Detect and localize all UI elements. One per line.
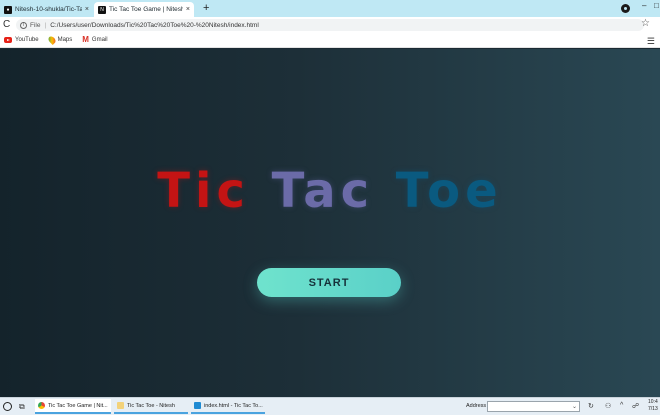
clock-date: 7/13 xyxy=(648,406,658,412)
tab-github[interactable]: ● Nitesh-10-shukla/Tic-Ta × xyxy=(0,2,93,17)
taskbar-item-vscode[interactable]: index.html - Tic Tac To... xyxy=(191,399,265,414)
address-toolbar-label: Address xyxy=(466,403,487,409)
clock-time: 10:4 xyxy=(648,399,658,405)
chevron-up-icon[interactable]: ^ xyxy=(620,402,623,409)
notepad-icon xyxy=(117,402,124,409)
bookmarks-bar: YouTube Maps M Gmail ☰ xyxy=(0,33,660,48)
system-clock[interactable]: 10:4 7/13 xyxy=(648,399,658,413)
divider: | xyxy=(44,21,47,29)
address-bar: C i File | C:/Users/user/Downloads/Tic%2… xyxy=(0,17,660,33)
game-page: Tic Tac Toe START xyxy=(0,49,660,397)
task-view-icon[interactable]: ⧉ xyxy=(19,402,25,412)
windows-start-icon[interactable] xyxy=(3,402,12,411)
profile-icon[interactable] xyxy=(621,4,630,13)
github-icon: ● xyxy=(4,5,12,14)
taskbar: ⧉ Tic Tac Toe Game | Nit... Tic Tac Toe … xyxy=(0,397,660,415)
refresh-icon[interactable]: ↻ xyxy=(588,402,594,410)
tab-label: Nitesh-10-shukla/Tic-Ta xyxy=(15,6,82,13)
address-toolbar-input[interactable]: ⌄ xyxy=(487,401,580,412)
reading-list-icon[interactable]: ☰ xyxy=(647,36,655,47)
people-icon[interactable]: ⚇ xyxy=(605,402,611,410)
reload-button[interactable]: C xyxy=(3,19,10,30)
omnibox[interactable]: i File | C:/Users/user/Downloads/Tic%20T… xyxy=(16,19,644,31)
taskbar-item-chrome[interactable]: Tic Tac Toe Game | Nit... xyxy=(35,399,111,414)
bookmark-youtube[interactable]: YouTube xyxy=(4,37,39,43)
gmail-icon: M xyxy=(82,35,89,44)
bookmark-maps[interactable]: Maps xyxy=(46,35,73,45)
taskbar-item-notepad[interactable]: Tic Tac Toe - Nitesh xyxy=(114,399,188,414)
bookmark-label: YouTube xyxy=(15,37,39,43)
title-word-tic: Tic xyxy=(157,163,250,219)
tab-strip: ● Nitesh-10-shukla/Tic-Ta × N Tic Tac To… xyxy=(0,0,660,17)
title-word-toe: Toe xyxy=(395,163,503,219)
new-tab-button[interactable]: + xyxy=(203,2,209,15)
minimize-button[interactable]: – xyxy=(642,1,646,10)
bookmark-label: Maps xyxy=(57,37,73,43)
taskbar-item-label: Tic Tac Toe Game | Nit... xyxy=(48,402,108,409)
chevron-down-icon[interactable]: ⌄ xyxy=(572,403,577,410)
network-icon[interactable]: ☍ xyxy=(632,402,639,410)
chrome-icon xyxy=(38,402,45,409)
tab-tic-tac-toe[interactable]: N Tic Tac Toe Game | Nitesh Shukla × xyxy=(94,2,194,17)
title-word-tac: Tac xyxy=(271,163,375,219)
close-icon[interactable]: × xyxy=(186,6,190,13)
page-favicon-icon: N xyxy=(98,5,106,14)
url-text[interactable]: C:/Users/user/Downloads/Tic%20Tac%20Toe%… xyxy=(50,22,259,29)
bookmark-gmail[interactable]: M Gmail xyxy=(82,36,107,44)
close-icon[interactable]: × xyxy=(85,6,89,13)
maps-icon xyxy=(46,35,57,45)
vscode-icon xyxy=(194,402,201,409)
bookmark-label: Gmail xyxy=(91,37,108,43)
taskbar-item-label: Tic Tac Toe - Nitesh xyxy=(127,402,175,409)
taskbar-item-label: index.html - Tic Tac To... xyxy=(204,402,263,409)
bookmark-star-icon[interactable]: ☆ xyxy=(641,18,650,29)
page-title: Tic Tac Toe xyxy=(0,161,660,221)
file-chip: File xyxy=(30,21,41,29)
tab-label: Tic Tac Toe Game | Nitesh Shukla xyxy=(109,6,183,13)
start-button[interactable]: START xyxy=(257,268,401,297)
maximize-button[interactable]: □ xyxy=(654,1,659,10)
info-icon[interactable]: i xyxy=(20,21,27,29)
youtube-icon xyxy=(4,37,12,43)
